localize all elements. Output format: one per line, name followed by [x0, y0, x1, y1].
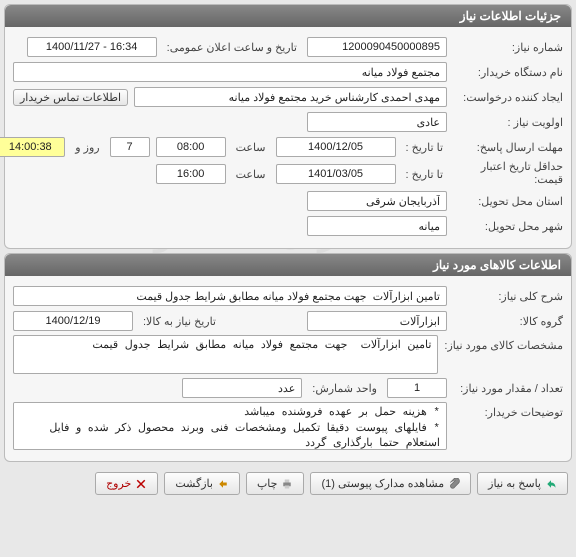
back-button-label: بازگشت — [175, 477, 213, 490]
province-label: استان محل تحویل: — [453, 195, 563, 208]
reply-button-label: پاسخ به نیاز — [488, 477, 541, 490]
group-field[interactable] — [307, 311, 447, 331]
reply-icon — [545, 478, 557, 490]
province-field[interactable] — [307, 191, 447, 211]
requester-label: ایجاد کننده درخواست: — [453, 91, 563, 104]
summary-label: شرح کلی نیاز: — [453, 290, 563, 303]
need-details-header: جزئیات اطلاعات نیاز — [5, 5, 571, 27]
days-suffix: روز و — [71, 141, 103, 154]
qty-label: تعداد / مقدار مورد نیاز: — [453, 382, 563, 395]
announce-field[interactable] — [27, 37, 157, 57]
need-details-panel: جزئیات اطلاعات نیاز شماره نیاز: تاریخ و … — [4, 4, 572, 249]
summary-field[interactable] — [13, 286, 447, 306]
price-date-field[interactable] — [276, 164, 396, 184]
attachments-button-label: مشاهده مدارک پیوستی (1) — [321, 477, 444, 490]
group-label: گروه کالا: — [453, 315, 563, 328]
city-label: شهر محل تحویل: — [453, 220, 563, 233]
buyer-field[interactable] — [13, 62, 447, 82]
attachment-icon — [448, 478, 460, 490]
back-button[interactable]: بازگشت — [164, 472, 240, 495]
exit-button-label: خروج — [106, 477, 131, 490]
time-label-1: ساعت — [232, 141, 270, 154]
exit-icon — [135, 478, 147, 490]
price-time-field[interactable] — [156, 164, 226, 184]
days-remain-field — [110, 137, 150, 157]
need-to-label: تاریخ نیاز به کالا: — [139, 315, 220, 328]
button-bar: پاسخ به نیاز مشاهده مدارک پیوستی (1) چاپ… — [0, 466, 576, 501]
price-validity-label: حداقل تاریخ اعتبار قیمت: — [453, 161, 563, 187]
goods-details-header: اطلاعات کالاهای مورد نیاز — [5, 254, 571, 276]
goods-details-panel: اطلاعات کالاهای مورد نیاز شرح کلی نیاز: … — [4, 253, 572, 462]
answer-date-field[interactable] — [276, 137, 396, 157]
need-no-label: شماره نیاز: — [453, 41, 563, 54]
print-icon — [281, 478, 293, 490]
back-icon — [217, 478, 229, 490]
until-label-1: تا تاریخ : — [402, 141, 447, 154]
priority-label: اولویت نیاز : — [453, 116, 563, 129]
buyer-notes-field[interactable] — [13, 402, 447, 450]
spec-field[interactable] — [13, 335, 438, 374]
spec-label: مشخصات کالای مورد نیاز: — [444, 335, 563, 352]
requester-field[interactable] — [134, 87, 447, 107]
reply-button[interactable]: پاسخ به نیاز — [477, 472, 568, 495]
qty-field[interactable] — [387, 378, 447, 398]
time-label-2: ساعت — [232, 168, 270, 181]
unit-field[interactable] — [182, 378, 302, 398]
answer-time-field[interactable] — [156, 137, 226, 157]
exit-button[interactable]: خروج — [95, 472, 158, 495]
need-to-field[interactable] — [13, 311, 133, 331]
print-button-label: چاپ — [257, 477, 278, 490]
announce-label: تاریخ و ساعت اعلان عمومی: — [163, 41, 301, 54]
print-button[interactable]: چاپ — [246, 472, 305, 495]
contact-buyer-button[interactable]: اطلاعات تماس خریدار — [13, 89, 128, 106]
priority-field[interactable] — [307, 112, 447, 132]
city-field[interactable] — [307, 216, 447, 236]
buyer-label: نام دستگاه خریدار: — [453, 66, 563, 79]
answer-deadline-label: مهلت ارسال پاسخ: — [453, 141, 563, 154]
until-label-2: تا تاریخ : — [402, 168, 447, 181]
unit-label: واحد شمارش: — [308, 382, 381, 395]
attachments-button[interactable]: مشاهده مدارک پیوستی (1) — [310, 472, 471, 495]
need-no-field[interactable] — [307, 37, 447, 57]
countdown-field — [0, 137, 65, 157]
buyer-notes-label: توضیحات خریدار: — [453, 402, 563, 419]
